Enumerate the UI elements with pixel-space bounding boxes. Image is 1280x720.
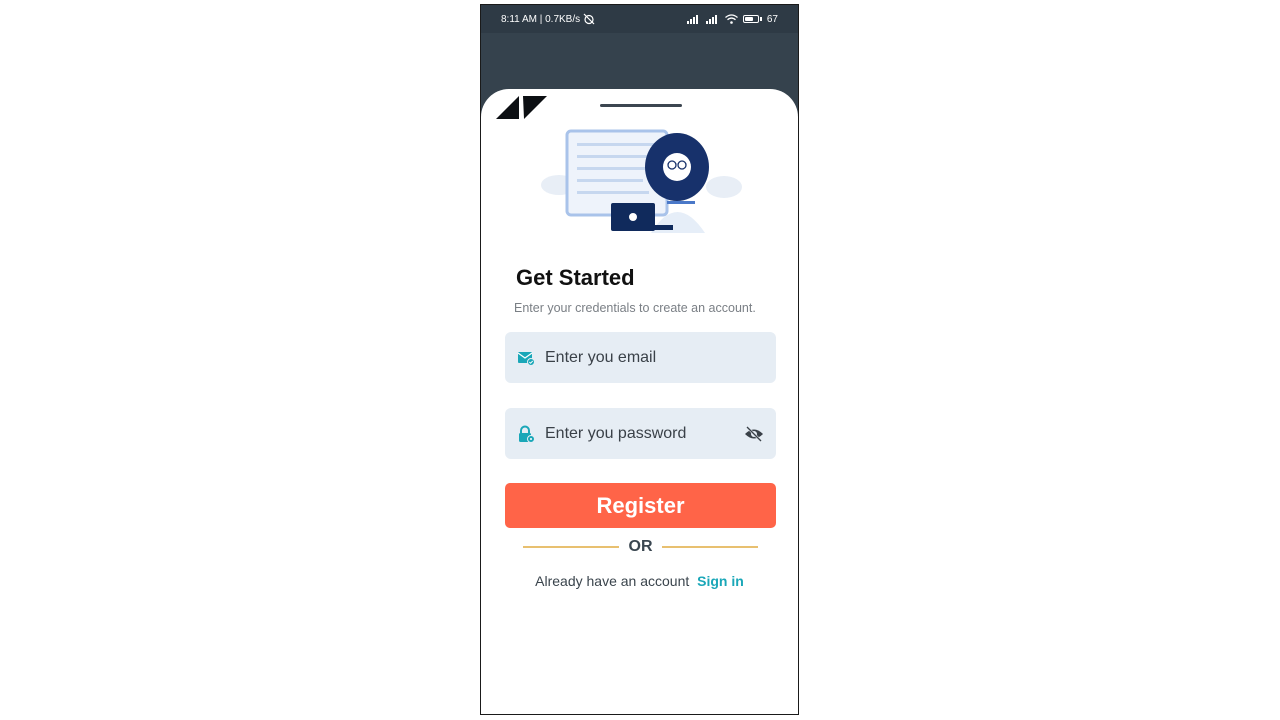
wifi-icon bbox=[724, 14, 738, 25]
battery-icon bbox=[742, 15, 762, 23]
page-title: Get Started bbox=[516, 265, 635, 290]
phone-screen: 8:11 AM | 0.7KB/s 67 Get Started Enter y… bbox=[480, 4, 799, 715]
or-divider: OR bbox=[523, 534, 758, 558]
alarm-off-icon bbox=[583, 13, 595, 25]
password-field[interactable]: Enter you password bbox=[505, 408, 776, 459]
eye-off-icon[interactable] bbox=[744, 424, 764, 444]
email-check-icon bbox=[517, 349, 535, 367]
signin-prompt: Already have an account Sign in bbox=[481, 573, 798, 589]
battery-level: 67 bbox=[766, 13, 778, 25]
onboarding-illustration bbox=[539, 125, 744, 238]
app-logo bbox=[496, 96, 548, 125]
page-subtitle: Enter your credentials to create an acco… bbox=[514, 301, 756, 315]
bottom-sheet: Get Started Enter your credentials to cr… bbox=[481, 89, 798, 714]
signal-icon bbox=[686, 14, 701, 25]
sheet-handle[interactable] bbox=[600, 104, 682, 107]
already-label: Already have an account bbox=[535, 573, 690, 589]
lock-icon bbox=[517, 425, 535, 443]
signal-icon bbox=[705, 14, 720, 25]
divider-line-right bbox=[662, 546, 758, 548]
email-field[interactable]: Enter you email bbox=[505, 332, 776, 383]
password-placeholder: Enter you password bbox=[545, 424, 687, 442]
email-placeholder: Enter you email bbox=[545, 348, 657, 366]
status-bar: 8:11 AM | 0.7KB/s 67 bbox=[481, 5, 798, 33]
signin-link[interactable]: Sign in bbox=[697, 573, 744, 589]
register-button[interactable]: Register bbox=[505, 483, 776, 528]
status-time: 8:11 AM | 0.7KB/s bbox=[501, 13, 581, 25]
